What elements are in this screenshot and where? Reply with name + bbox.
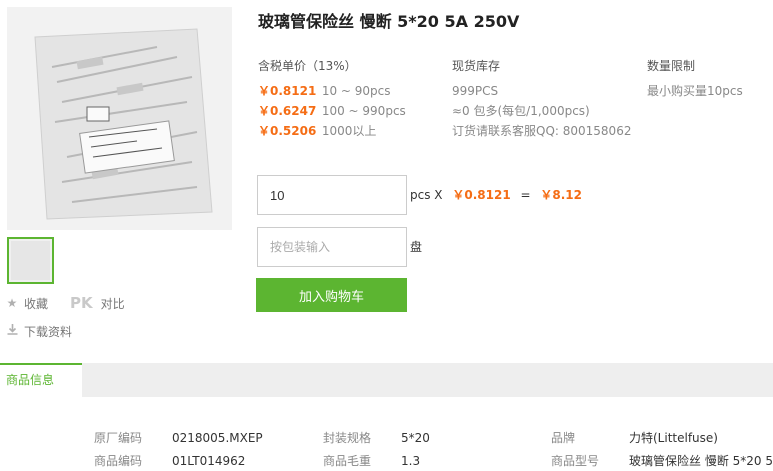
download-icon (6, 324, 18, 338)
total-price: ￥8.12 (540, 188, 582, 202)
detail-row: 原厂编码 0218005.MXEP (94, 430, 263, 453)
product-title: 玻璃管保险丝 慢断 5*20 5A 250V (258, 12, 520, 31)
quantity-unit: pcs (410, 188, 431, 202)
detail-row: 商品毛重 1.3 (323, 453, 430, 471)
equals-sign: = (520, 188, 531, 202)
detail-row: 商品型号 玻璃管保险丝 慢断 5*20 5... (551, 453, 773, 471)
detail-value: 01LT014962 (172, 454, 246, 468)
tab-product-info[interactable]: 商品信息 (0, 363, 82, 397)
stock-info: 现货库存 999PCS ≈0 包多(每包/1,000pcs) 订货请联系客服QQ… (452, 57, 631, 141)
download-label: 下载资料 (24, 324, 73, 339)
detail-column-3: 品牌 力特(Littelfuse) 商品型号 玻璃管保险丝 慢断 5*20 5... (551, 430, 773, 471)
times-sign: X (434, 188, 443, 202)
quantity-limit: 数量限制 最小购买量10pcs (647, 57, 743, 101)
detail-label: 封装规格 (323, 431, 372, 445)
price-header: 含税单价（13%） (258, 59, 357, 73)
package-unit: 盘 (410, 240, 423, 254)
download-button[interactable]: 下载资料 (6, 323, 72, 340)
detail-row: 品牌 力特(Littelfuse) (551, 430, 773, 453)
detail-row: 封装规格 5*20 (323, 430, 430, 453)
stock-contact: 订货请联系客服QQ: 800158062 (452, 124, 632, 138)
compare-button[interactable]: PK 对比 (70, 294, 125, 312)
detail-column-2: 封装规格 5*20 商品毛重 1.3 (323, 430, 430, 471)
tier-range: 1000以上 (321, 124, 377, 138)
detail-tabbar: 商品信息 (0, 363, 773, 397)
stock-packages: ≈0 包多(每包/1,000pcs) (452, 104, 590, 118)
price-tier: ￥0.8121 10 ~ 90pcs (258, 81, 406, 101)
product-main-image[interactable] (7, 7, 232, 230)
detail-row: 商品编码 01LT014962 (94, 453, 263, 471)
tier-price: ￥0.6247 (258, 104, 317, 118)
detail-label: 品牌 (551, 431, 576, 445)
favorite-label: 收藏 (24, 296, 49, 311)
stock-quantity: 999PCS (452, 84, 499, 98)
pk-icon: PK (70, 294, 93, 312)
detail-label: 商品毛重 (323, 454, 372, 468)
detail-label: 原厂编码 (94, 431, 143, 445)
detail-value: 力特(Littelfuse) (629, 431, 718, 445)
limit-min: 最小购买量10pcs (647, 84, 743, 98)
stock-header: 现货库存 (452, 59, 501, 73)
detail-value: 玻璃管保险丝 慢断 5*20 5... (629, 454, 773, 468)
fuse-bag-image (7, 7, 232, 230)
detail-label: 商品编码 (94, 454, 143, 468)
detail-value: 5*20 (401, 431, 430, 445)
tier-price: ￥0.5206 (258, 124, 317, 138)
favorite-button[interactable]: ★ 收藏 (6, 295, 48, 312)
product-side-actions: ★ 收藏 PK 对比 下载资料 (6, 294, 236, 350)
detail-label: 商品型号 (551, 454, 600, 468)
price-tiers: 含税单价（13%） ￥0.8121 10 ~ 90pcs ￥0.6247 100… (258, 57, 406, 141)
detail-value: 1.3 (401, 454, 421, 468)
price-tier: ￥0.5206 1000以上 (258, 121, 406, 141)
price-tier: ￥0.6247 100 ~ 990pcs (258, 101, 406, 121)
add-to-cart-button[interactable]: 加入购物车 (256, 278, 407, 312)
product-thumbnail[interactable] (7, 237, 54, 284)
tier-range: 100 ~ 990pcs (321, 104, 406, 118)
compare-label: 对比 (100, 296, 125, 311)
tier-range: 10 ~ 90pcs (321, 84, 391, 98)
unit-price: ￥0.8121 (452, 188, 511, 202)
tier-price: ￥0.8121 (258, 84, 317, 98)
package-input[interactable] (257, 227, 407, 267)
detail-column-1: 原厂编码 0218005.MXEP 商品编码 01LT014962 (94, 430, 263, 471)
price-calculation: pcs X ￥0.8121 = ￥8.12 (410, 186, 582, 203)
star-icon: ★ (6, 296, 18, 310)
quantity-input[interactable] (257, 175, 407, 215)
limit-header: 数量限制 (647, 59, 696, 73)
detail-value: 0218005.MXEP (172, 431, 263, 445)
